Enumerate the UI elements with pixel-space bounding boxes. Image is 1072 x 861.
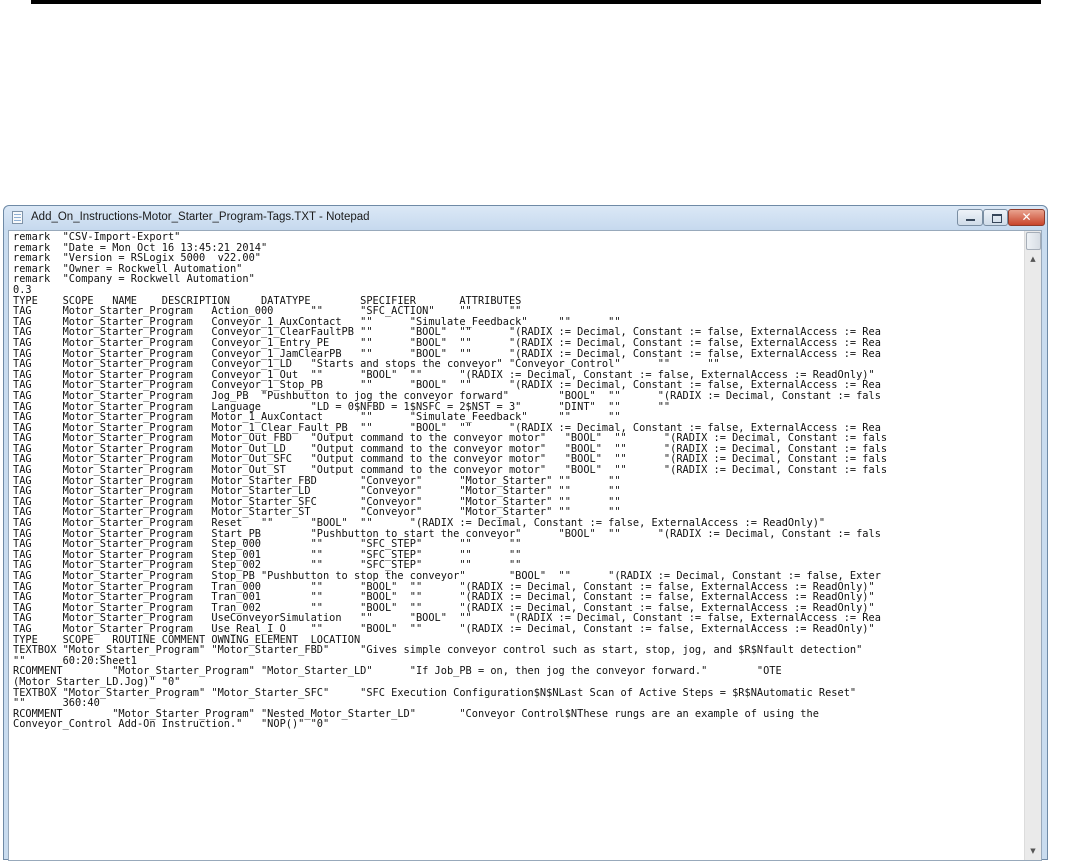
scroll-thumb[interactable] (1026, 232, 1041, 250)
text-line: TEXTBOX "Motor_Starter_Program" "Motor_S… (13, 644, 863, 657)
title-bar[interactable]: Add_On_Instructions-Motor_Starter_Progra… (4, 206, 1047, 230)
notepad-icon (12, 211, 23, 224)
close-button[interactable]: ✕ (1008, 209, 1045, 226)
top-divider (31, 0, 1041, 4)
text-line: Conveyor_Control Add-On Instruction." "N… (13, 718, 330, 731)
minimize-icon (966, 219, 975, 221)
scroll-down-icon[interactable]: ▼ (1025, 843, 1041, 860)
text-line: TEXTBOX "Motor_Starter_Program" "Motor_S… (13, 686, 857, 699)
close-icon: ✕ (1021, 210, 1032, 224)
maximize-button[interactable] (983, 209, 1008, 226)
scroll-up-icon[interactable]: ▲ (1025, 251, 1041, 268)
maximize-icon (992, 214, 1002, 223)
text-content[interactable]: remark "CSV-Import-Export" remark "Date … (9, 231, 1029, 860)
vertical-scrollbar[interactable]: ▲ ▼ (1024, 231, 1041, 860)
text-editor[interactable]: remark "CSV-Import-Export" remark "Date … (8, 230, 1042, 861)
window-title: Add_On_Instructions-Motor_Starter_Progra… (31, 211, 370, 223)
text-line: remark "Company = Rockwell Automation" (13, 273, 255, 286)
minimize-button[interactable] (957, 209, 983, 226)
document-text: remark "CSV-Import-Export" remark "Date … (9, 231, 1029, 730)
notepad-window: Add_On_Instructions-Motor_Starter_Progra… (3, 205, 1048, 861)
